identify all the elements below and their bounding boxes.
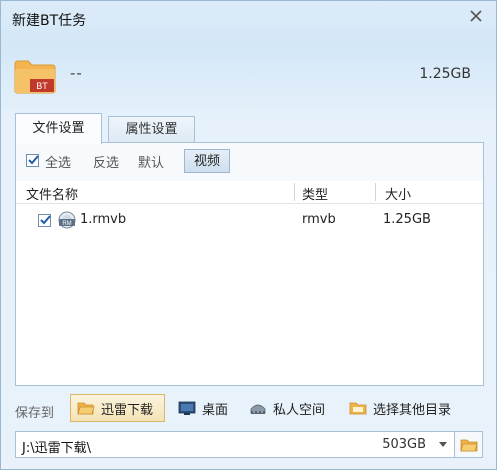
free-space: 503GB <box>382 437 426 452</box>
file-checkbox[interactable] <box>38 214 51 227</box>
save-option-thunder-download[interactable]: 迅雷下载 <box>70 394 165 422</box>
save-path-combobox[interactable]: J:\迅雷下载\ 503GB <box>15 431 455 458</box>
tab-file-settings[interactable]: 文件设置 <box>15 113 102 144</box>
save-option-label: 桌面 <box>202 402 229 418</box>
task-name: -- <box>70 64 83 82</box>
close-button[interactable] <box>462 5 490 27</box>
tab-property-settings[interactable]: 属性设置 <box>108 116 195 143</box>
file-size: 1.25GB <box>383 212 431 227</box>
browse-folder-button[interactable] <box>455 431 483 458</box>
file-settings-panel: 全选 反选 默认 视频 文件名称 类型 大小 RM 1.rmvb rmvb 1.… <box>15 142 484 386</box>
new-bt-task-dialog: 新建BT任务 BT -- 1.25GB 文件设置 属性设置 全选 反选 默认 视… <box>0 0 497 470</box>
save-option-label: 私人空间 <box>273 402 326 418</box>
save-option-label: 选择其他目录 <box>373 402 452 418</box>
title-bar[interactable]: 新建BT任务 <box>1 1 496 39</box>
select-all-button[interactable]: 全选 <box>45 152 71 171</box>
desktop-icon <box>178 401 196 415</box>
bt-folder-icon: BT <box>14 60 56 94</box>
video-filter-button[interactable]: 视频 <box>184 149 230 173</box>
file-table-header: 文件名称 类型 大小 <box>16 181 483 204</box>
table-row[interactable]: RM 1.rmvb rmvb 1.25GB <box>16 209 483 233</box>
dialog-title: 新建BT任务 <box>12 13 87 29</box>
invert-selection-button[interactable]: 反选 <box>93 152 119 171</box>
save-path-input[interactable]: J:\迅雷下载\ <box>22 437 91 456</box>
column-divider[interactable] <box>375 183 376 201</box>
column-header-type[interactable]: 类型 <box>302 184 328 203</box>
save-option-desktop[interactable]: 桌面 <box>172 394 240 422</box>
folder-icon <box>459 439 478 451</box>
close-icon <box>470 10 482 22</box>
svg-text:RM: RM <box>62 221 71 227</box>
save-option-label: 迅雷下载 <box>101 402 154 418</box>
rm-file-icon: RM <box>58 211 76 229</box>
save-option-private-space[interactable]: 私人空间 <box>243 394 338 422</box>
column-header-size[interactable]: 大小 <box>385 184 411 203</box>
select-all-checkbox[interactable] <box>26 154 39 167</box>
filter-bar: 全选 反选 默认 视频 <box>16 143 483 181</box>
column-header-name[interactable]: 文件名称 <box>26 184 78 203</box>
file-name: 1.rmvb <box>80 212 127 227</box>
private-space-icon <box>250 404 266 414</box>
svg-text:BT: BT <box>36 81 48 91</box>
checkmark-icon <box>40 215 51 225</box>
save-to-label: 保存到 <box>15 406 55 421</box>
chevron-down-icon[interactable] <box>438 441 448 449</box>
folder-open-icon <box>77 402 95 415</box>
default-selection-button[interactable]: 默认 <box>138 152 164 171</box>
column-divider[interactable] <box>294 183 295 201</box>
save-option-choose-other[interactable]: 选择其他目录 <box>343 394 463 422</box>
file-type: rmvb <box>302 212 336 227</box>
checkmark-icon <box>28 155 39 165</box>
folder-icon <box>349 402 367 415</box>
task-total-size: 1.25GB <box>419 66 471 82</box>
